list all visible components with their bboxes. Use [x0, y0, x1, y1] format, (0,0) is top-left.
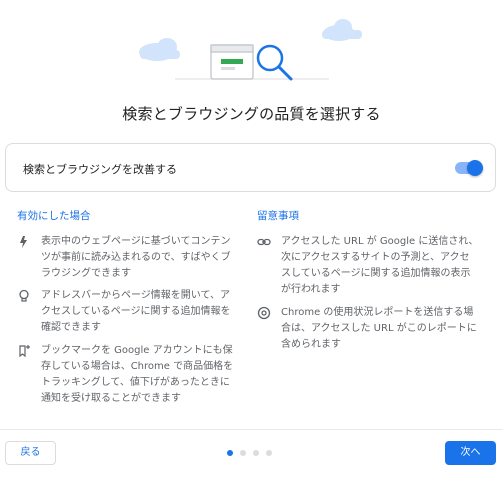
improve-search-toggle[interactable] — [455, 160, 483, 176]
chrome-icon — [257, 306, 271, 320]
page-dot-3 — [253, 450, 259, 456]
cloud-left-icon — [139, 38, 180, 61]
page-indicator — [227, 450, 277, 458]
toggle-knob — [467, 160, 483, 176]
enabled-heading: 有効にした場合 — [17, 210, 91, 222]
back-button[interactable]: 戻る — [5, 441, 56, 465]
toggle-label: 検索とブラウジングを改善する — [23, 163, 177, 176]
footer-divider — [0, 429, 503, 430]
page-dot-1 — [227, 450, 233, 456]
next-button[interactable]: 次へ — [445, 441, 496, 465]
bookmark-add-icon — [19, 345, 30, 358]
page-dot-4 — [266, 450, 272, 456]
hero-illustration — [139, 19, 362, 81]
lightbulb-icon — [19, 289, 29, 302]
cloud-right-icon — [322, 19, 362, 41]
page-dot-2 — [240, 450, 246, 456]
improve-search-toggle-row[interactable]: 検索とブラウジングを改善する — [5, 143, 496, 192]
link-icon — [257, 238, 271, 246]
page-title: 検索とブラウジングの品質を選択する — [122, 105, 381, 123]
lightning-icon — [20, 236, 27, 248]
notes-heading: 留意事項 — [257, 210, 299, 222]
magnifier-icon — [256, 44, 293, 81]
browser-window-icon — [210, 44, 254, 80]
